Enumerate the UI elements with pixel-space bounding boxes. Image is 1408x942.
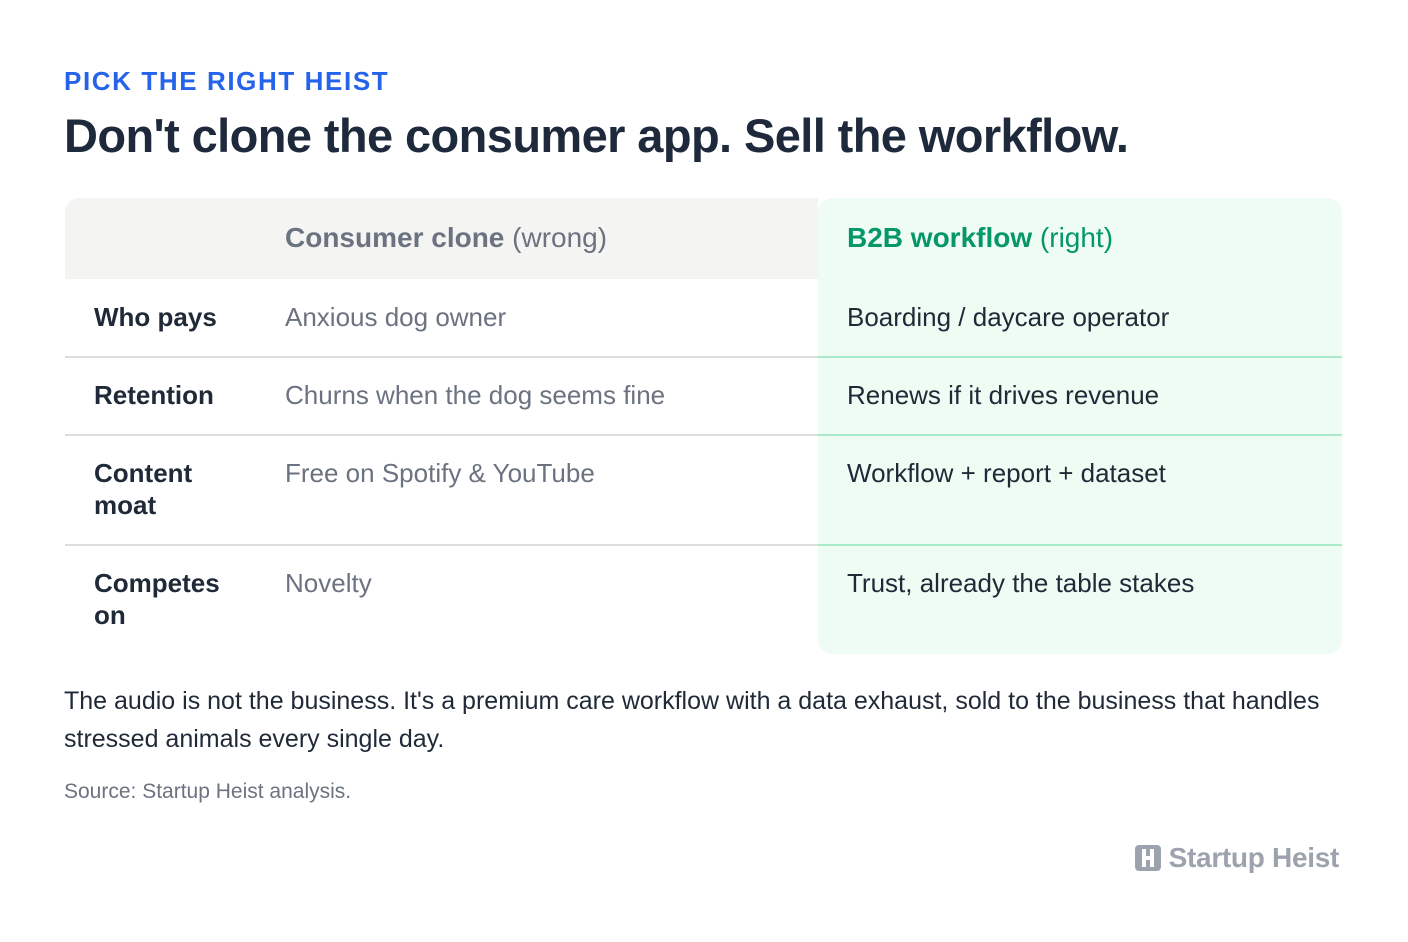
header-b2b-workflow-note: (right) [1039,222,1114,253]
b2b-workflow-value: Boarding / daycare operator [847,302,1170,332]
row-divider [65,356,818,358]
row-divider-highlight [818,544,1342,546]
header-consumer-clone: Consumer clone (wrong) [285,222,607,254]
row-label: Content moat [94,458,193,520]
page-title: Don't clone the consumer app. Sell the w… [64,109,1129,162]
header-consumer-clone-title: Consumer clone [285,222,505,253]
b2b-workflow-value: Workflow + report + dataset [847,458,1166,488]
header-b2b-workflow: B2B workflow (right) [847,222,1113,254]
consumer-clone-value: Churns when the dog seems fine [285,380,666,410]
comparison-table: Consumer clone (wrong) B2B workflow (rig… [65,198,1342,654]
table-row-competes-on: Competes on Novelty Trust, already the t… [65,544,1342,654]
consumer-clone-value: Novelty [285,568,372,598]
consumer-clone-value: Anxious dog owner [285,302,507,332]
header-b2b-workflow-title: B2B workflow [847,222,1033,253]
consumer-clone-value: Free on Spotify & YouTube [285,458,595,488]
brand-name: Startup Heist [1168,842,1340,873]
comparison-slide: PICK THE RIGHT HEIST Don't clone the con… [64,66,1342,803]
brand-logo: Startup Heist [1134,842,1340,874]
row-divider [65,434,818,436]
header-consumer-clone-note: (wrong) [512,222,608,253]
eyebrow-label: PICK THE RIGHT HEIST [64,66,390,96]
b2b-workflow-value: Renews if it drives revenue [847,380,1160,410]
row-divider-highlight [818,356,1342,358]
row-label: Who pays [94,302,217,332]
row-divider-highlight [818,434,1342,436]
b2b-workflow-value: Trust, already the table stakes [847,568,1195,598]
h-logo-icon [1134,845,1161,871]
source-note: Source: Startup Heist analysis. [64,780,352,803]
table-row-content-moat: Content moat Free on Spotify & YouTube W… [65,434,1342,544]
row-label: Competes on [94,568,220,630]
row-label: Retention [94,380,214,410]
table-row-who-pays: Who pays Anxious dog owner Boarding / da… [65,279,1342,357]
row-divider [65,544,818,546]
table-row-retention: Retention Churns when the dog seems fine… [65,356,1342,434]
summary-paragraph: The audio is not the business. It's a pr… [64,687,1320,753]
